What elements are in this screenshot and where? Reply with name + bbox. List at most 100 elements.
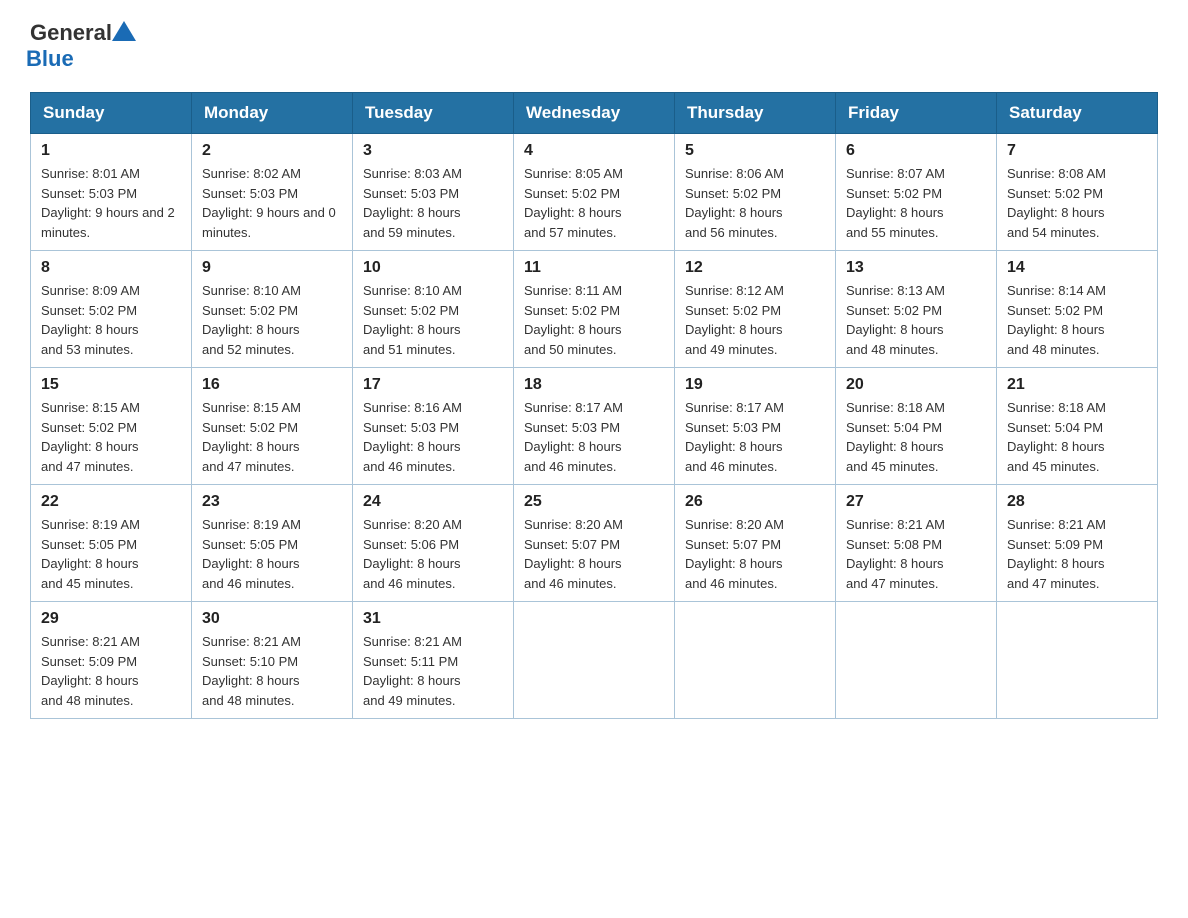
weekday-header-saturday: Saturday (997, 93, 1158, 134)
logo: General Blue (30, 20, 136, 72)
weekday-header-row: SundayMondayTuesdayWednesdayThursdayFrid… (31, 93, 1158, 134)
calendar-day-cell: 10 Sunrise: 8:10 AMSunset: 5:02 PMDaylig… (353, 251, 514, 368)
day-info: Sunrise: 8:18 AMSunset: 5:04 PMDaylight:… (846, 400, 945, 474)
calendar-day-cell: 24 Sunrise: 8:20 AMSunset: 5:06 PMDaylig… (353, 485, 514, 602)
weekday-header-thursday: Thursday (675, 93, 836, 134)
day-number: 21 (1007, 376, 1147, 394)
day-number: 23 (202, 493, 342, 511)
day-number: 25 (524, 493, 664, 511)
day-info: Sunrise: 8:03 AMSunset: 5:03 PMDaylight:… (363, 166, 462, 240)
day-number: 16 (202, 376, 342, 394)
calendar-week-row: 22 Sunrise: 8:19 AMSunset: 5:05 PMDaylig… (31, 485, 1158, 602)
day-number: 30 (202, 610, 342, 628)
day-info: Sunrise: 8:13 AMSunset: 5:02 PMDaylight:… (846, 283, 945, 357)
day-number: 29 (41, 610, 181, 628)
calendar-day-cell: 15 Sunrise: 8:15 AMSunset: 5:02 PMDaylig… (31, 368, 192, 485)
calendar-day-cell: 11 Sunrise: 8:11 AMSunset: 5:02 PMDaylig… (514, 251, 675, 368)
logo-general-text: General (30, 20, 112, 46)
calendar-week-row: 29 Sunrise: 8:21 AMSunset: 5:09 PMDaylig… (31, 602, 1158, 719)
logo-triangle-icon (112, 21, 136, 41)
day-info: Sunrise: 8:20 AMSunset: 5:06 PMDaylight:… (363, 517, 462, 591)
day-info: Sunrise: 8:20 AMSunset: 5:07 PMDaylight:… (685, 517, 784, 591)
calendar-day-cell (675, 602, 836, 719)
calendar-day-cell: 21 Sunrise: 8:18 AMSunset: 5:04 PMDaylig… (997, 368, 1158, 485)
day-number: 7 (1007, 142, 1147, 160)
day-info: Sunrise: 8:20 AMSunset: 5:07 PMDaylight:… (524, 517, 623, 591)
day-number: 19 (685, 376, 825, 394)
day-info: Sunrise: 8:21 AMSunset: 5:10 PMDaylight:… (202, 634, 301, 708)
day-info: Sunrise: 8:21 AMSunset: 5:09 PMDaylight:… (41, 634, 140, 708)
day-info: Sunrise: 8:21 AMSunset: 5:09 PMDaylight:… (1007, 517, 1106, 591)
calendar-day-cell (997, 602, 1158, 719)
calendar-day-cell: 17 Sunrise: 8:16 AMSunset: 5:03 PMDaylig… (353, 368, 514, 485)
day-number: 13 (846, 259, 986, 277)
calendar-day-cell: 13 Sunrise: 8:13 AMSunset: 5:02 PMDaylig… (836, 251, 997, 368)
calendar-day-cell: 31 Sunrise: 8:21 AMSunset: 5:11 PMDaylig… (353, 602, 514, 719)
day-info: Sunrise: 8:15 AMSunset: 5:02 PMDaylight:… (202, 400, 301, 474)
day-info: Sunrise: 8:10 AMSunset: 5:02 PMDaylight:… (202, 283, 301, 357)
calendar-day-cell: 18 Sunrise: 8:17 AMSunset: 5:03 PMDaylig… (514, 368, 675, 485)
weekday-header-wednesday: Wednesday (514, 93, 675, 134)
calendar-day-cell: 9 Sunrise: 8:10 AMSunset: 5:02 PMDayligh… (192, 251, 353, 368)
calendar-week-row: 8 Sunrise: 8:09 AMSunset: 5:02 PMDayligh… (31, 251, 1158, 368)
day-number: 12 (685, 259, 825, 277)
page-header: General Blue (30, 20, 1158, 72)
day-number: 28 (1007, 493, 1147, 511)
day-info: Sunrise: 8:21 AMSunset: 5:11 PMDaylight:… (363, 634, 462, 708)
calendar-day-cell: 3 Sunrise: 8:03 AMSunset: 5:03 PMDayligh… (353, 134, 514, 251)
day-number: 17 (363, 376, 503, 394)
calendar-day-cell: 22 Sunrise: 8:19 AMSunset: 5:05 PMDaylig… (31, 485, 192, 602)
weekday-header-tuesday: Tuesday (353, 93, 514, 134)
calendar-day-cell: 8 Sunrise: 8:09 AMSunset: 5:02 PMDayligh… (31, 251, 192, 368)
calendar-day-cell: 28 Sunrise: 8:21 AMSunset: 5:09 PMDaylig… (997, 485, 1158, 602)
day-info: Sunrise: 8:12 AMSunset: 5:02 PMDaylight:… (685, 283, 784, 357)
day-number: 10 (363, 259, 503, 277)
calendar-day-cell: 12 Sunrise: 8:12 AMSunset: 5:02 PMDaylig… (675, 251, 836, 368)
day-number: 4 (524, 142, 664, 160)
day-number: 27 (846, 493, 986, 511)
weekday-header-monday: Monday (192, 93, 353, 134)
day-info: Sunrise: 8:08 AMSunset: 5:02 PMDaylight:… (1007, 166, 1106, 240)
calendar-day-cell (836, 602, 997, 719)
calendar-day-cell: 16 Sunrise: 8:15 AMSunset: 5:02 PMDaylig… (192, 368, 353, 485)
day-info: Sunrise: 8:02 AMSunset: 5:03 PMDaylight:… (202, 166, 336, 240)
day-info: Sunrise: 8:19 AMSunset: 5:05 PMDaylight:… (202, 517, 301, 591)
day-info: Sunrise: 8:14 AMSunset: 5:02 PMDaylight:… (1007, 283, 1106, 357)
day-info: Sunrise: 8:16 AMSunset: 5:03 PMDaylight:… (363, 400, 462, 474)
calendar-day-cell: 26 Sunrise: 8:20 AMSunset: 5:07 PMDaylig… (675, 485, 836, 602)
day-info: Sunrise: 8:05 AMSunset: 5:02 PMDaylight:… (524, 166, 623, 240)
calendar-day-cell: 23 Sunrise: 8:19 AMSunset: 5:05 PMDaylig… (192, 485, 353, 602)
day-number: 26 (685, 493, 825, 511)
calendar-day-cell (514, 602, 675, 719)
calendar-table: SundayMondayTuesdayWednesdayThursdayFrid… (30, 92, 1158, 719)
day-number: 24 (363, 493, 503, 511)
day-info: Sunrise: 8:06 AMSunset: 5:02 PMDaylight:… (685, 166, 784, 240)
calendar-day-cell: 14 Sunrise: 8:14 AMSunset: 5:02 PMDaylig… (997, 251, 1158, 368)
day-number: 9 (202, 259, 342, 277)
calendar-day-cell: 25 Sunrise: 8:20 AMSunset: 5:07 PMDaylig… (514, 485, 675, 602)
day-number: 14 (1007, 259, 1147, 277)
calendar-day-cell: 1 Sunrise: 8:01 AMSunset: 5:03 PMDayligh… (31, 134, 192, 251)
calendar-day-cell: 20 Sunrise: 8:18 AMSunset: 5:04 PMDaylig… (836, 368, 997, 485)
day-number: 5 (685, 142, 825, 160)
day-number: 11 (524, 259, 664, 277)
calendar-week-row: 1 Sunrise: 8:01 AMSunset: 5:03 PMDayligh… (31, 134, 1158, 251)
day-number: 3 (363, 142, 503, 160)
day-info: Sunrise: 8:21 AMSunset: 5:08 PMDaylight:… (846, 517, 945, 591)
calendar-day-cell: 6 Sunrise: 8:07 AMSunset: 5:02 PMDayligh… (836, 134, 997, 251)
day-info: Sunrise: 8:19 AMSunset: 5:05 PMDaylight:… (41, 517, 140, 591)
calendar-day-cell: 7 Sunrise: 8:08 AMSunset: 5:02 PMDayligh… (997, 134, 1158, 251)
day-info: Sunrise: 8:17 AMSunset: 5:03 PMDaylight:… (685, 400, 784, 474)
day-info: Sunrise: 8:09 AMSunset: 5:02 PMDaylight:… (41, 283, 140, 357)
day-number: 6 (846, 142, 986, 160)
calendar-week-row: 15 Sunrise: 8:15 AMSunset: 5:02 PMDaylig… (31, 368, 1158, 485)
logo-blue-text: Blue (26, 46, 136, 72)
calendar-day-cell: 2 Sunrise: 8:02 AMSunset: 5:03 PMDayligh… (192, 134, 353, 251)
calendar-day-cell: 27 Sunrise: 8:21 AMSunset: 5:08 PMDaylig… (836, 485, 997, 602)
day-info: Sunrise: 8:07 AMSunset: 5:02 PMDaylight:… (846, 166, 945, 240)
day-info: Sunrise: 8:10 AMSunset: 5:02 PMDaylight:… (363, 283, 462, 357)
calendar-day-cell: 5 Sunrise: 8:06 AMSunset: 5:02 PMDayligh… (675, 134, 836, 251)
day-number: 2 (202, 142, 342, 160)
weekday-header-sunday: Sunday (31, 93, 192, 134)
day-number: 18 (524, 376, 664, 394)
